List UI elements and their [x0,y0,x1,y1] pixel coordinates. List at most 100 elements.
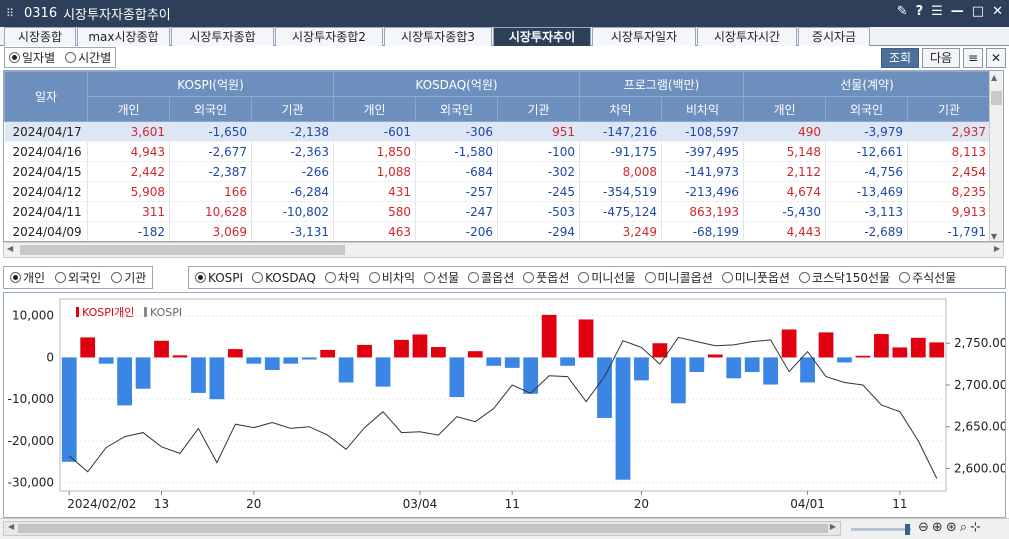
table-row[interactable]: 2024/04/12 5,908 166 -6,284 431 -257 -245 -354,… [4,181,992,202]
tab-market-investor-time[interactable]: 시장투자시간 [697,27,797,46]
market-option[interactable]: 풋옵션 [523,269,569,286]
market-option[interactable]: 코스닥150선물 [798,269,890,286]
table-row[interactable]: 2024/04/15 2,442 -2,387 -266 1,088 -684 -302 8,… [4,161,992,182]
radio-time-indicator[interactable] [65,52,77,63]
chart-scroll-left-icon[interactable]: ◀ [8,522,14,531]
scroll-right-icon[interactable]: ▶ [994,244,1000,253]
chart-scroll-right-icon[interactable]: ▶ [830,522,836,531]
scroll-up-icon[interactable]: ▲ [991,73,997,82]
cell-value: 8,113 [907,141,992,162]
zoom-out-icon[interactable]: ⊖ [918,520,929,535]
y-right-tick-label: 2,650.00 [954,420,1005,434]
kospi-individual-bar [652,343,668,358]
investor-radio-indicator[interactable] [55,272,67,283]
subcolumn-header[interactable]: 차익 [579,96,662,122]
radio-time[interactable]: 시간별 [65,49,111,66]
tab-market-funds[interactable]: 증시자금 [798,27,870,46]
zoom-fit-icon[interactable]: ⌕ [960,520,967,535]
market-option[interactable]: KOSDAQ [252,271,316,285]
subcolumn-header[interactable]: 개인 [87,96,170,122]
grid-vertical-scrollbar[interactable]: ▲ ▼ [989,71,1003,241]
table-row[interactable]: 2024/04/16 4,943 -2,677 -2,363 1,850 -1,580 -1… [4,141,992,162]
investor-option[interactable]: 외국인 [55,269,101,286]
zoom-slider-handle[interactable] [905,524,910,535]
cell-value: -247 [415,201,498,222]
grid-horizontal-thumb[interactable] [20,245,345,255]
query-button[interactable]: 조회 [881,48,919,68]
market-option[interactable]: KOSPI [195,271,243,285]
grid-horizontal-scrollbar[interactable]: ◀ ▶ [3,242,1004,258]
kospi-individual-bar [431,347,446,358]
crosshair-icon[interactable]: ⊹ [970,520,981,535]
table-row[interactable]: 2024/04/17 3,601 -1,650 -2,138 -601 -306 951 -1… [4,121,992,142]
column-date[interactable]: 일자 [4,71,88,122]
investor-option[interactable]: 기관 [111,269,146,286]
maximize-icon[interactable]: □ [972,4,984,19]
expand-icon[interactable]: ✕ [986,48,1006,68]
close-icon[interactable]: ✕ [992,4,1003,19]
minimize-icon[interactable]: — [951,4,964,19]
subcolumn-header[interactable]: 외국인 [825,96,909,122]
kospi-individual-bar [135,357,151,389]
investor-chart[interactable]: 10,000 0 -10,000 -20,000 -30,000 2,750.00 2,70… [4,293,1007,517]
radio-daily[interactable]: 일자별 [9,49,55,66]
subcolumn-header[interactable]: 외국인 [415,96,498,122]
help-icon[interactable]: ? [916,4,924,19]
market-option[interactable]: 미니풋옵션 [721,269,790,286]
investor-radio-group: 개인 외국인 기관 [3,266,154,289]
subcolumn-header[interactable]: 기관 [907,96,992,122]
market-option[interactable]: 미니선물 [578,269,636,286]
market-option[interactable]: 콜옵션 [468,269,514,286]
tab-market-investor-trend[interactable]: 시장투자추이 [493,27,591,46]
chart-horizontal-scrollbar[interactable]: ◀ ▶ [3,521,841,536]
grid-vertical-thumb[interactable] [991,91,1002,105]
zoom-reset-icon[interactable]: ⊛ [946,520,957,535]
subcolumn-header[interactable]: 기관 [251,96,334,122]
market-option[interactable]: 차익 [324,269,360,286]
tab-max-market-summary[interactable]: max시장종합 [77,27,170,46]
market-radio-indicator[interactable] [368,272,380,283]
tab-market-investor-summary-3[interactable]: 시장투자종합3 [384,27,492,46]
market-option[interactable]: 주식선물 [899,269,956,286]
menu-icon[interactable]: ☰ [931,4,943,19]
market-radio-indicator[interactable] [899,272,911,283]
investor-radio-indicator[interactable] [111,272,123,283]
market-radio-indicator[interactable] [578,272,590,283]
subcolumn-header[interactable]: 개인 [743,96,827,122]
subcolumn-header[interactable]: 개인 [333,96,416,122]
market-option[interactable]: 선물 [424,269,459,286]
market-radio-indicator[interactable] [798,272,810,283]
market-radio-indicator[interactable] [424,272,436,283]
tab-market-summary[interactable]: 시장종합 [4,27,76,46]
tab-market-investor-daily[interactable]: 시장투자일자 [592,27,696,46]
scroll-down-icon[interactable]: ▼ [991,232,997,241]
table-row[interactable]: 2024/04/09 -182 3,069 -3,131 463 -206 -294 3,24… [4,221,992,241]
table-row[interactable]: 2024/04/11 311 10,628 -10,802 580 -247 -503 -47… [4,201,992,222]
zoom-in-icon[interactable]: ⊕ [932,520,943,535]
market-radio-indicator[interactable] [195,272,206,283]
list-settings-icon[interactable]: ≡ [963,48,983,68]
scroll-left-icon[interactable]: ◀ [7,244,13,253]
market-radio-indicator[interactable] [644,272,656,283]
x-tick-label: 20 [246,497,261,511]
market-radio-indicator[interactable] [324,272,336,283]
market-radio-indicator[interactable] [468,272,480,283]
subcolumn-header[interactable]: 비차익 [660,96,745,122]
radio-daily-indicator[interactable] [9,52,20,63]
market-option[interactable]: 비차익 [368,269,415,286]
subcolumn-header[interactable]: 기관 [497,96,580,122]
drag-grip-icon[interactable]: ⠿ [6,7,20,20]
subcolumn-header[interactable]: 외국인 [169,96,252,122]
pin-icon[interactable]: ✎ [897,4,908,19]
investor-option[interactable]: 개인 [10,269,45,286]
market-option[interactable]: 미니콜옵션 [644,269,713,286]
tab-market-investor-summary[interactable]: 시장투자종합 [171,27,274,46]
market-radio-indicator[interactable] [252,272,264,283]
zoom-slider[interactable] [851,524,911,535]
market-radio-indicator[interactable] [721,272,733,283]
tab-market-investor-summary-2[interactable]: 시장투자종합2 [275,27,383,46]
market-radio-indicator[interactable] [523,272,535,283]
next-button[interactable]: 다음 [922,48,960,68]
chart-scroll-thumb[interactable] [18,524,828,533]
investor-radio-indicator[interactable] [10,272,21,283]
